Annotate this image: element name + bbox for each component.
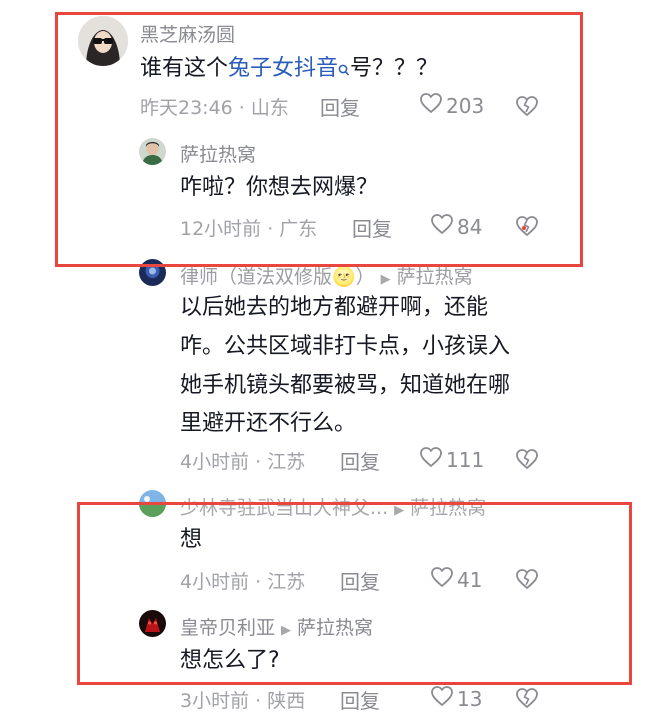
- reply-button[interactable]: 回复: [352, 213, 392, 242]
- like-button[interactable]: 203: [419, 92, 484, 119]
- comment-text-line: 她手机镜头都要被骂，知道她在哪: [180, 373, 511, 398]
- comment-text: 想: [180, 527, 203, 552]
- comment-text: 咋啦？你想去网爆？: [180, 175, 379, 200]
- comment-meta: 昨天23:46 · 山东: [140, 97, 289, 119]
- avatar[interactable]: [78, 16, 128, 66]
- comment-text-line: 以后她去的地方都避开啊，还能: [180, 295, 489, 320]
- username[interactable]: 黑芝麻汤圆: [140, 20, 235, 47]
- avatar[interactable]: [139, 610, 166, 637]
- username[interactable]: 律师（道法双修版🌝） ▶ 萨拉热窝: [180, 262, 473, 289]
- avatar[interactable]: [139, 490, 166, 517]
- reply-to-user[interactable]: 萨拉热窝: [397, 266, 473, 288]
- avatar[interactable]: [139, 138, 166, 165]
- username[interactable]: 皇帝贝利亚 ▶ 萨拉热窝: [180, 613, 373, 640]
- comment-meta: 12小时前 · 广东: [180, 218, 318, 240]
- avatar[interactable]: [139, 259, 166, 286]
- like-button[interactable]: 84: [430, 213, 482, 240]
- reply-button[interactable]: 回复: [340, 685, 380, 714]
- triangle-right-icon: ▶: [281, 623, 292, 638]
- reply-button[interactable]: 回复: [320, 92, 360, 121]
- broken-heart-icon[interactable]: [514, 94, 540, 122]
- heart-icon: [419, 92, 446, 119]
- broken-heart-icon[interactable]: [514, 447, 540, 475]
- broken-heart-icon[interactable]: [514, 214, 540, 242]
- reply-to-user[interactable]: 萨拉热窝: [297, 617, 373, 639]
- like-button[interactable]: 13: [430, 685, 482, 712]
- like-button[interactable]: 41: [430, 566, 482, 593]
- comment-text-line: 咋。公共区域非打卡点，小孩误入: [180, 334, 511, 359]
- broken-heart-icon[interactable]: [514, 567, 540, 595]
- heart-icon: [419, 446, 446, 473]
- comment-text: 谁有这个兔子女抖音 号？？？: [140, 50, 438, 88]
- search-icon: [338, 53, 350, 76]
- username[interactable]: 萨拉热窝: [180, 140, 256, 167]
- comment-text: 想怎么了?: [180, 648, 280, 673]
- username[interactable]: 少林寺驻武当山大神父... ▶ 萨拉热窝: [180, 493, 486, 520]
- reply-button[interactable]: 回复: [340, 566, 380, 595]
- comment-meta: 4小时前 · 江苏: [180, 451, 306, 473]
- heart-icon: [430, 566, 457, 593]
- like-button[interactable]: 111: [419, 446, 484, 473]
- heart-icon: [430, 213, 457, 240]
- heart-icon: [430, 685, 457, 712]
- triangle-right-icon: ▶: [380, 272, 391, 287]
- search-link[interactable]: 兔子女抖音: [228, 56, 350, 81]
- triangle-right-icon: ▶: [394, 503, 405, 518]
- comment-meta: 3小时前 · 陕西: [180, 690, 306, 712]
- comment-meta: 4小时前 · 江苏: [180, 571, 306, 593]
- comment-text-line: 里避开还不行么。: [180, 411, 357, 436]
- reply-to-user[interactable]: 萨拉热窝: [410, 497, 486, 519]
- broken-heart-icon[interactable]: [514, 686, 540, 714]
- reply-button[interactable]: 回复: [340, 446, 380, 475]
